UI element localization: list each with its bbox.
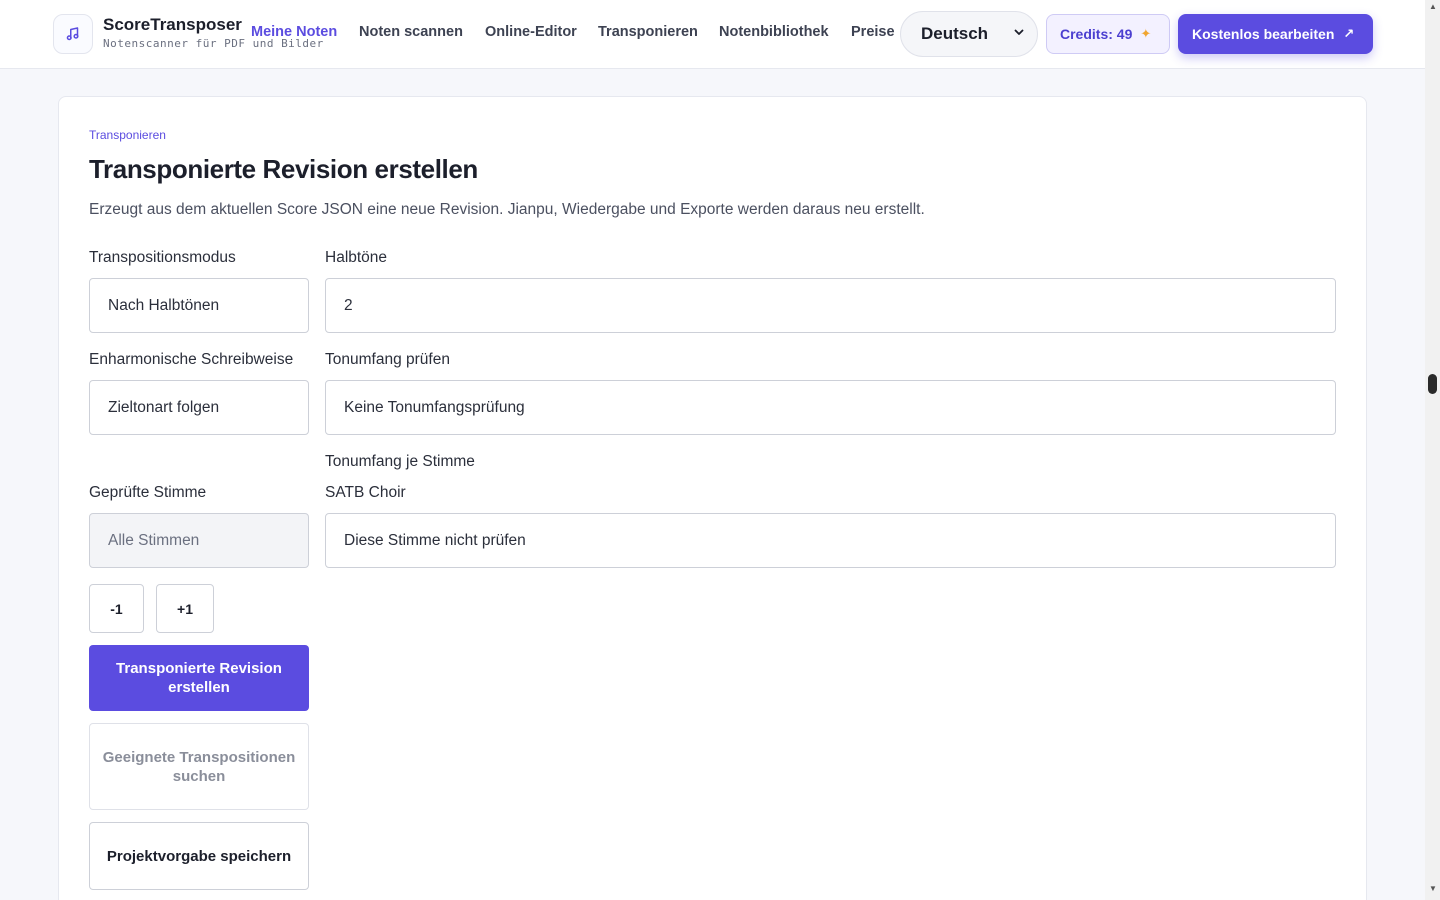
music-note-icon	[66, 27, 79, 41]
scroll-down-icon[interactable]: ▼	[1429, 884, 1437, 893]
checked-voice-select[interactable]: Alle Stimmen	[89, 513, 309, 568]
credits-label: Credits: 49	[1060, 26, 1133, 42]
edit-free-label: Kostenlos bearbeiten	[1192, 26, 1335, 42]
semitone-minus-button[interactable]: -1	[89, 584, 144, 633]
chevron-down-icon	[1014, 29, 1024, 35]
brand-name[interactable]: ScoreTransposer	[103, 15, 242, 35]
semitones-input[interactable]: 2	[325, 278, 1336, 333]
top-navigation-bar: ScoreTransposer Notenscanner für PDF und…	[0, 0, 1425, 69]
scroll-up-icon[interactable]: ▲	[1429, 2, 1437, 11]
credits-badge[interactable]: Credits: 49 ✦	[1046, 14, 1170, 54]
range-check-label: Tonumfang prüfen	[325, 351, 450, 368]
logo[interactable]	[53, 14, 93, 54]
language-select-value: Deutsch	[921, 24, 989, 43]
range-per-voice-heading: Tonumfang je Stimme	[325, 453, 475, 470]
nav-item-transponieren[interactable]: Transponieren	[598, 24, 698, 40]
page-scrollbar[interactable]: ▲ ▼	[1425, 0, 1440, 900]
range-check-select[interactable]: Keine Tonumfangsprüfung	[325, 380, 1336, 435]
semitones-label: Halbtöne	[325, 249, 388, 266]
section-eyebrow: Transponieren	[89, 128, 166, 142]
scrollbar-thumb[interactable]	[1428, 374, 1437, 394]
voice-range-select[interactable]: Diese Stimme nicht prüfen	[325, 513, 1336, 568]
save-preset-button[interactable]: Projektvorgabe speichern	[89, 822, 309, 890]
mode-label: Transpositionsmodus	[89, 249, 236, 266]
suggest-transpositions-button[interactable]: Geeignete Transpositionen suchen	[89, 723, 309, 810]
nav-item-noten-scannen[interactable]: Noten scannen	[359, 24, 463, 40]
create-revision-button[interactable]: Transponierte Revision erstellen	[89, 645, 309, 711]
language-select[interactable]: Deutsch	[900, 11, 1038, 57]
nav-item-meine-noten[interactable]: Meine Noten	[251, 24, 337, 40]
mode-select[interactable]: Nach Halbtönen	[89, 278, 309, 333]
nav-item-preise[interactable]: Preise	[851, 24, 895, 40]
nav-item-notenbibliothek[interactable]: Notenbibliothek	[719, 24, 829, 40]
enharmonic-select[interactable]: Zieltonart folgen	[89, 380, 309, 435]
checked-voice-label: Geprüfte Stimme	[89, 484, 207, 501]
external-arrow-icon: ↗	[1343, 26, 1355, 41]
section-description: Erzeugt aus dem aktuellen Score JSON ein…	[89, 201, 925, 218]
sparkle-icon: ✦	[1140, 26, 1152, 41]
page-title: Transponierte Revision erstellen	[89, 154, 478, 184]
enharmonic-label: Enharmonische Schreibweise	[89, 351, 294, 368]
voice-group-label: SATB Choir	[325, 484, 406, 501]
semitone-plus-button[interactable]: +1	[156, 584, 214, 633]
edit-free-button[interactable]: Kostenlos bearbeiten ↗	[1178, 14, 1373, 54]
nav-item-online-editor[interactable]: Online-Editor	[485, 24, 577, 40]
